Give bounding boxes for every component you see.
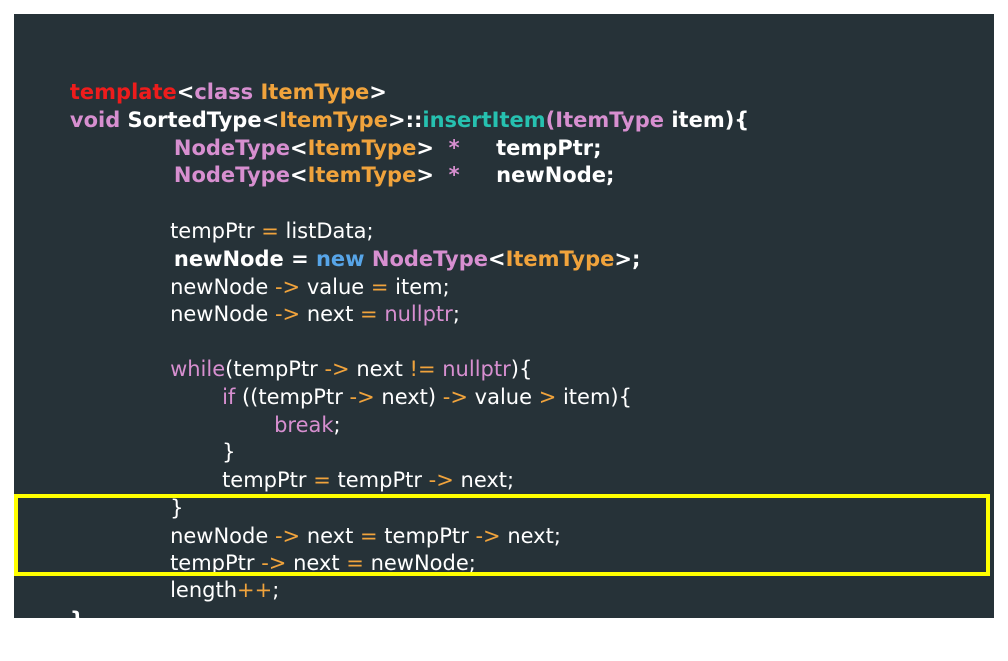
code-line-18: } <box>69 608 85 632</box>
code-panel: template<class ItemType> void SortedType… <box>14 14 994 632</box>
code-line-11: break; <box>274 413 341 437</box>
highlight-box <box>14 494 990 576</box>
code-line-2: void SortedType<ItemType>::insertItem(It… <box>69 108 750 132</box>
code-line-8: newNode -> next = nullptr; <box>170 302 460 326</box>
code-line-9: while(tempPtr -> next != nullptr){ <box>170 357 533 381</box>
code-line-13: tempPtr = tempPtr -> next; <box>222 468 515 492</box>
code-line-1: template<class ItemType> <box>69 80 387 104</box>
code-line-6: newNode = new NodeType<ItemType>; <box>173 247 641 271</box>
code-line-12: } <box>222 440 236 464</box>
keyword-break: break <box>274 413 334 437</box>
keyword-void: void <box>69 108 128 132</box>
code-line-10: if ((tempPtr -> next) -> value > item){ <box>222 385 632 409</box>
code-line-5: tempPtr = listData; <box>170 219 374 243</box>
code-line-14: } <box>170 496 184 520</box>
code-line-7: newNode -> value = item; <box>170 275 450 299</box>
code-line-4: NodeType<ItemType> * newNode; <box>173 163 615 187</box>
code-line-3: NodeType<ItemType> * tempPtr; <box>173 136 602 160</box>
